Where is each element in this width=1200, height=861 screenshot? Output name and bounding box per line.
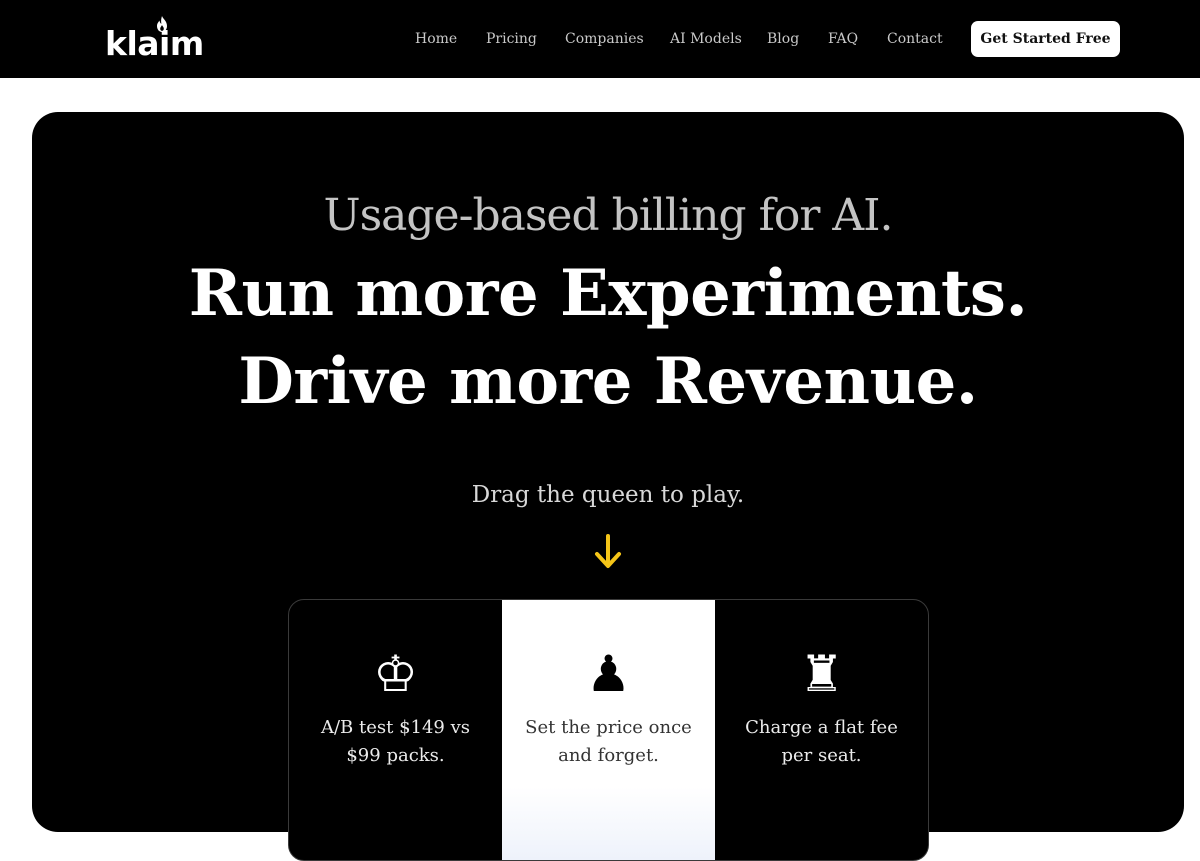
- get-started-button[interactable]: Get Started Free: [971, 21, 1120, 57]
- play-hint: Drag the queen to play.: [471, 482, 745, 508]
- nav-faq[interactable]: FAQ: [828, 30, 858, 48]
- strategy-card-flat-fee[interactable]: ♜ Charge a flat fee per seat.: [715, 600, 928, 860]
- logo-wordmark: klaim: [105, 24, 204, 63]
- strategy-card-text: Charge a flat fee per seat.: [745, 717, 898, 766]
- strategy-card-text: A/B test $149 vs $99 packs.: [320, 717, 471, 766]
- hero-headline-line-1: Run more Experiments.: [188, 256, 1028, 331]
- nav-ai-models[interactable]: AI Models: [670, 30, 742, 48]
- strategy-card-set-price[interactable]: ♟ Set the price once and forget.: [502, 600, 715, 860]
- nav-companies[interactable]: Companies: [565, 30, 644, 48]
- arrow-down-icon: [595, 534, 621, 568]
- klaim-logo[interactable]: klaim: [105, 16, 204, 63]
- chess-king-icon: ♔: [373, 645, 418, 703]
- chess-pawn-icon: ♟: [586, 645, 631, 703]
- hero-headline-line-2: Drive more Revenue.: [238, 344, 978, 419]
- nav-pricing[interactable]: Pricing: [486, 30, 537, 48]
- nav-home[interactable]: Home: [415, 30, 457, 48]
- hero-section: Usage-based billing for AI. Run more Exp…: [32, 112, 1184, 861]
- strategy-card-text: Set the price once and forget.: [525, 717, 692, 766]
- top-navigation-bar: klaim Home Pricing Companies AI Models B…: [0, 0, 1200, 78]
- hero-eyebrow: Usage-based billing for AI.: [323, 190, 893, 241]
- strategy-card-ab-test[interactable]: ♔ A/B test $149 vs $99 packs.: [289, 600, 502, 860]
- pricing-strategy-board: ♔ A/B test $149 vs $99 packs. ♟ Set the …: [288, 599, 929, 861]
- flame-icon: [157, 16, 167, 32]
- chess-rook-icon: ♜: [799, 645, 844, 703]
- nav-blog[interactable]: Blog: [767, 30, 799, 48]
- nav-contact[interactable]: Contact: [887, 30, 943, 48]
